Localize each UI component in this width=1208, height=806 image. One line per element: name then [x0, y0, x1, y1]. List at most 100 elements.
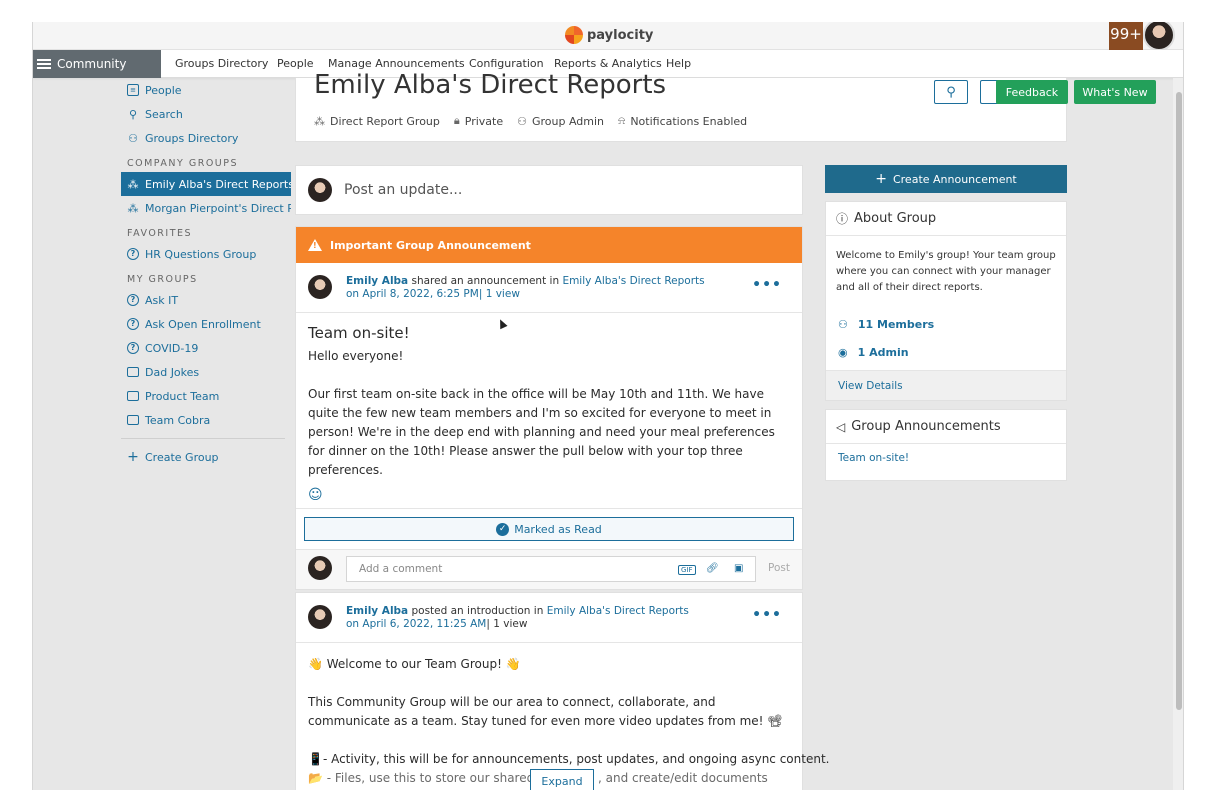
sidebar-item-emily-direct-reports[interactable]: ⁂ Emily Alba's Direct Reports..	[121, 172, 291, 196]
post-date-link[interactable]: on April 6, 2022, 11:25 AM	[346, 618, 486, 630]
group-link[interactable]: Emily Alba's Direct Reports	[562, 275, 704, 287]
sidebar: ≡ People ⚲ Search ⚇ Groups Directory COM…	[121, 78, 291, 469]
gif-icon[interactable]: GIF	[678, 565, 696, 575]
create-announcement-button[interactable]: + Create Announcement	[825, 165, 1067, 193]
org-chart-icon: ⁂	[314, 114, 325, 128]
post-text: This Community Group will be our area to…	[308, 695, 783, 728]
sidebar-item-hr-questions[interactable]: ? HR Questions Group	[121, 242, 291, 266]
post-timestamp-line: on April 6, 2022, 11:25 AM| 1 view	[346, 618, 527, 630]
sidebar-item-label: HR Questions Group	[145, 247, 257, 261]
community-menu-button[interactable]: Community	[33, 50, 161, 78]
meta-privacy: 🔒︎ Private	[454, 114, 503, 128]
whats-new-button[interactable]: What's New	[1074, 80, 1156, 104]
meta-group-type: ⁂ Direct Report Group	[314, 114, 440, 128]
nav-people[interactable]: People	[277, 57, 314, 70]
post-views: | 1 view	[486, 618, 528, 630]
my-groups-heading: MY GROUPS	[127, 274, 198, 285]
banner-label: Important Group Announcement	[330, 238, 531, 252]
post-body: 👋 Welcome to our Team Group! 👋 This Comm…	[296, 643, 829, 790]
question-icon: ?	[127, 294, 139, 306]
chat-icon	[127, 415, 139, 425]
sidebar-item-team-cobra[interactable]: Team Cobra	[121, 408, 291, 432]
reaction-smiley-icon[interactable]: ☺	[308, 486, 790, 508]
group-announcements-header: ◁ Group Announcements	[826, 410, 1066, 444]
question-icon: ?	[127, 342, 139, 354]
image-icon[interactable]: ▣	[734, 563, 743, 574]
meta-label: Direct Report Group	[330, 114, 440, 128]
community-label: Community	[57, 57, 127, 71]
author-link[interactable]: Emily Alba	[346, 275, 408, 287]
group-link[interactable]: Emily Alba's Direct Reports	[547, 605, 689, 617]
attachment-icon[interactable]: 🔗︎	[706, 563, 719, 574]
admins-link[interactable]: ◉ 1 Admin	[826, 338, 1066, 366]
post-text: Our first team on-site back in the offic…	[308, 387, 775, 477]
marked-as-read-button[interactable]: ✓ Marked as Read	[304, 517, 794, 541]
logo-text: paylocity	[587, 27, 654, 43]
sidebar-item-label: Ask IT	[145, 293, 179, 307]
avatar[interactable]	[308, 605, 332, 629]
scrollbar[interactable]	[1173, 78, 1183, 790]
check-icon: ✓	[496, 522, 510, 536]
megaphone-icon: ◁	[836, 419, 846, 434]
scrollbar-thumb[interactable]	[1176, 92, 1182, 710]
nav-help[interactable]: Help	[666, 57, 691, 70]
sidebar-item-label: Morgan Pierpoint's Direct R	[145, 201, 291, 215]
post-composer[interactable]: Post an update...	[295, 165, 803, 215]
comment-row: Add a comment GIF 🔗︎ ▣ Post	[296, 549, 802, 589]
bell-icon: ⍾	[618, 114, 626, 127]
post-comment-button[interactable]: Post	[768, 562, 790, 574]
post-update-placeholder: Post an update...	[344, 182, 463, 198]
lock-icon: 🔒︎	[453, 114, 460, 127]
members-link[interactable]: ⚇ 11 Members	[826, 310, 1066, 338]
group-search-button[interactable]: ⚲	[934, 80, 968, 104]
info-icon: ⓘ	[836, 212, 849, 226]
sidebar-item-product-team[interactable]: Product Team	[121, 384, 291, 408]
sidebar-item-label: Groups Directory	[145, 131, 239, 145]
sidebar-item-groups-directory[interactable]: ⚇ Groups Directory	[121, 126, 291, 150]
org-chart-icon: ⁂	[127, 177, 139, 191]
sidebar-item-dad-jokes[interactable]: Dad Jokes	[121, 360, 291, 384]
post-attribution: Emily Alba posted an introduction in Emi…	[346, 605, 689, 617]
author-link[interactable]: Emily Alba	[346, 605, 408, 617]
meta-label: Notifications Enabled	[630, 114, 748, 128]
sidebar-item-people[interactable]: ≡ People	[121, 78, 291, 102]
sidebar-item-label: Emily Alba's Direct Reports..	[145, 177, 291, 191]
chat-icon	[127, 391, 139, 401]
sidebar-item-ask-open-enrollment[interactable]: ? Ask Open Enrollment	[121, 312, 291, 336]
sidebar-item-label: Create Group	[145, 450, 219, 464]
members-label: 11 Members	[857, 317, 935, 331]
avatar[interactable]	[308, 275, 332, 299]
announcement-link[interactable]: Team on-site!	[826, 444, 1066, 472]
avatar	[308, 178, 332, 202]
more-options-icon[interactable]: •••	[752, 277, 782, 293]
create-group-link[interactable]: + Create Group	[121, 445, 291, 469]
post-header: Emily Alba posted an introduction in Emi…	[296, 593, 802, 643]
search-icon: ⚲	[128, 107, 138, 121]
post-action: shared an announcement in	[408, 275, 563, 287]
user-avatar[interactable]	[1143, 22, 1175, 51]
about-group-card: ⓘ About Group Welcome to Emily's group! …	[825, 201, 1067, 401]
expand-button[interactable]: Expand	[530, 769, 594, 790]
paylocity-logo[interactable]: paylocity	[565, 26, 653, 44]
sidebar-item-ask-it[interactable]: ? Ask IT	[121, 288, 291, 312]
read-row: ✓ Marked as Read	[296, 508, 802, 549]
post-date-link[interactable]: on April 8, 2022, 6:25 PM	[346, 288, 479, 300]
marked-read-label: Marked as Read	[514, 522, 602, 536]
more-options-icon[interactable]: •••	[752, 607, 782, 623]
nav-groups-directory[interactable]: Groups Directory	[175, 57, 268, 70]
post-timestamp-line: on April 8, 2022, 6:25 PM| 1 view	[346, 288, 520, 300]
sidebar-item-covid-19[interactable]: ? COVID-19	[121, 336, 291, 360]
meta-notifications: ⍾ Notifications Enabled	[618, 114, 747, 128]
meta-label: Private	[464, 114, 504, 128]
post-body: Team on-site! Hello everyone! Our first …	[296, 313, 802, 508]
post-header: Emily Alba shared an announcement in Emi…	[296, 263, 802, 313]
notification-badge[interactable]: 99+	[1109, 22, 1143, 50]
plus-icon: +	[127, 449, 139, 465]
feedback-button[interactable]: Feedback	[996, 80, 1068, 104]
view-details-link[interactable]: View Details	[826, 370, 1066, 400]
top-bar: paylocity 99+	[33, 22, 1183, 51]
sidebar-item-morgan-direct-reports[interactable]: ⁂ Morgan Pierpoint's Direct R	[121, 196, 292, 220]
chat-icon	[127, 367, 139, 377]
sidebar-item-search[interactable]: ⚲ Search	[121, 102, 291, 126]
user-icon: ⚇	[517, 114, 527, 128]
